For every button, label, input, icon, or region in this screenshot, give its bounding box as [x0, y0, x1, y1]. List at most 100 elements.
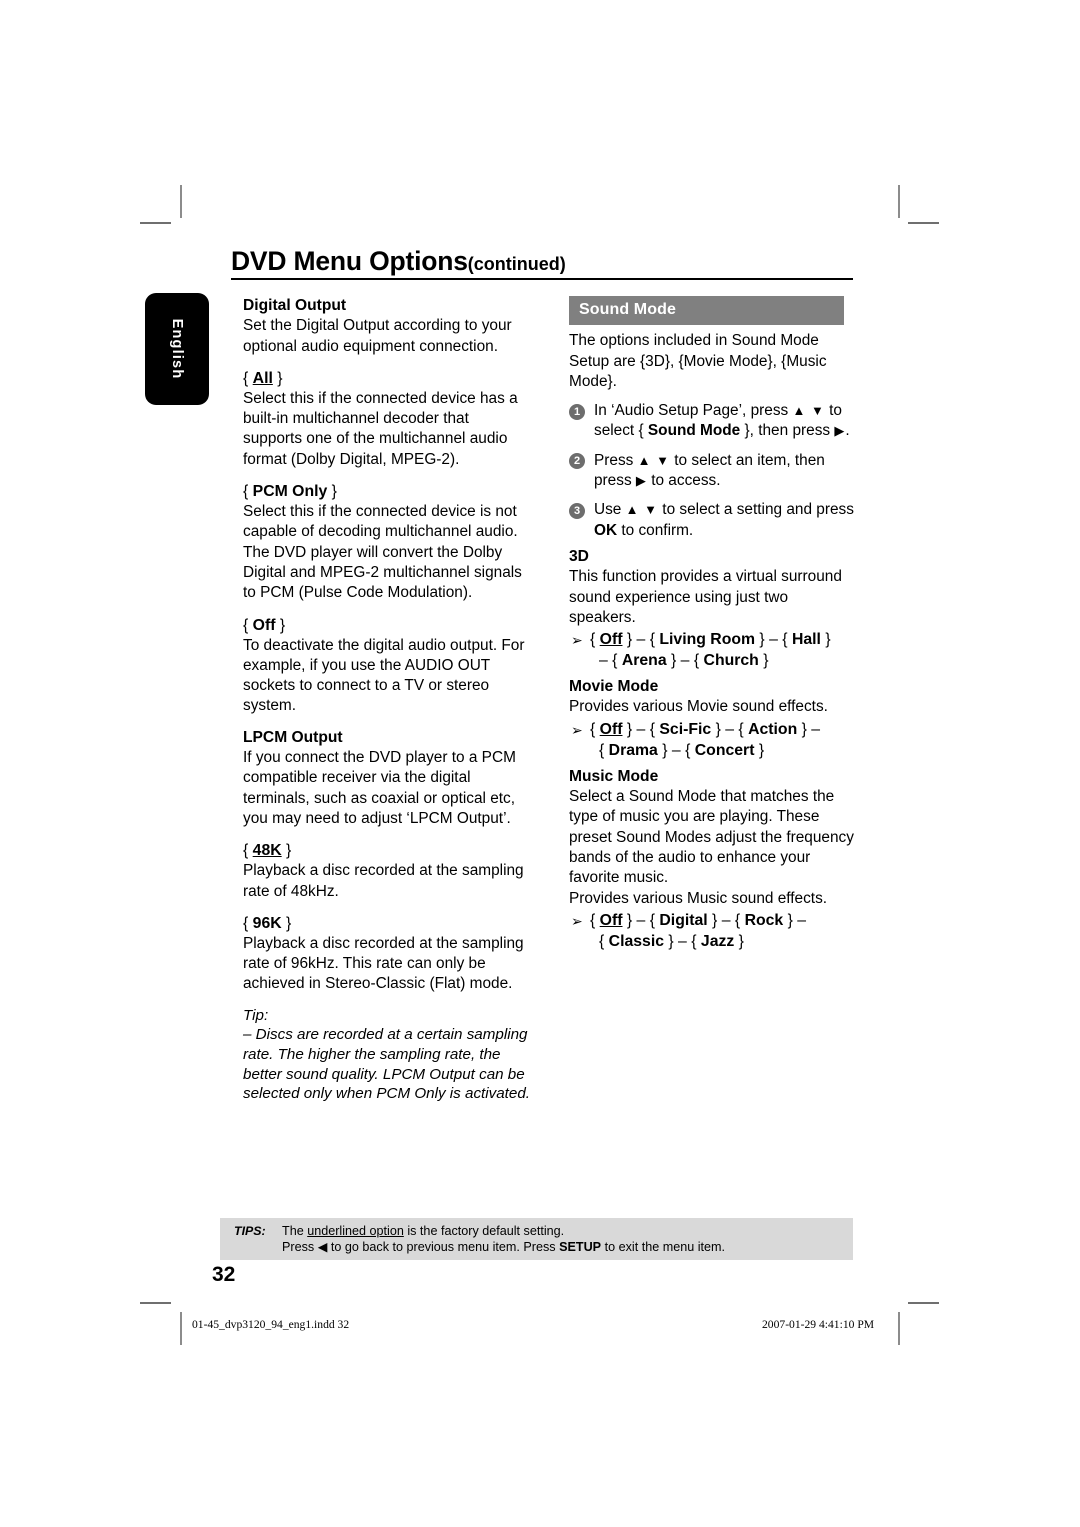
- arrow-right-icon: ➢: [571, 912, 583, 929]
- page-title-main: DVD Menu Options: [231, 246, 468, 276]
- step-number-3: 3: [569, 502, 585, 519]
- lpcm-output-intro: If you connect the DVD player to a PCM c…: [243, 749, 516, 827]
- option-list-music-line2: { Classic } – { Jazz }: [599, 932, 744, 950]
- tips-line-2: Press ◀ to go back to previous menu item…: [282, 1240, 725, 1256]
- step-1-part4: .: [845, 422, 850, 440]
- tips-line2-pre: Press: [282, 1239, 318, 1254]
- tips-label: TIPS:: [234, 1224, 266, 1238]
- option-music-off: Off: [599, 911, 623, 929]
- step-1-bold-sound-mode: Sound Mode: [647, 422, 741, 440]
- heading-3d: 3D: [569, 547, 589, 565]
- option-all-body: Select this if the connected device has …: [243, 389, 518, 468]
- option-off-digital-text: Off: [252, 616, 276, 634]
- page-title: DVD Menu Options(continued): [231, 246, 853, 280]
- arrow-right-icon: ➢: [571, 632, 583, 649]
- sound-mode-intro: The options included in Sound Mode Setup…: [569, 332, 827, 390]
- option-label-pcm-only: { PCM Only }: [243, 483, 337, 501]
- tips-line1-post: is the factory default setting.: [403, 1224, 565, 1238]
- print-footer-timestamp: 2007-01-29 4:41:10 PM: [762, 1318, 875, 1331]
- mode-music-body2: Provides various Music sound effects.: [569, 889, 828, 907]
- option-music-rock: Rock: [744, 911, 784, 929]
- option-96k-body: Playback a disc recorded at the sampling…: [243, 934, 524, 993]
- step-3-part1: Use: [594, 501, 626, 519]
- mode-3d-body: This function provides a virtual surroun…: [569, 568, 842, 626]
- crop-mark-bottom-left-horizontal: [140, 1302, 171, 1304]
- option-3d-off: Off: [599, 631, 623, 649]
- option-label-48k: { 48K }: [243, 842, 292, 860]
- tips-line1-pre: The: [282, 1224, 308, 1238]
- option-list-3d-line2: – { Arena } – { Church }: [599, 652, 769, 670]
- tips-footer-box: TIPS: The underlined option is the facto…: [220, 1218, 853, 1260]
- digital-output-intro: Set the Digital Output according to your…: [243, 317, 512, 355]
- right-column: Sound Mode The options included in Sound…: [569, 296, 854, 952]
- page-title-continued: (continued): [467, 254, 566, 274]
- tips-line2-setup: SETUP: [559, 1239, 602, 1254]
- left-column: Digital Output Set the Digital Output ac…: [243, 296, 532, 1104]
- option-label-all: { All }: [243, 369, 283, 387]
- option-movie-concert: Concert: [694, 741, 755, 759]
- crop-mark-top-left-vertical: [180, 185, 182, 218]
- crop-mark-bottom-right-vertical: [898, 1312, 900, 1345]
- step-item-3: 3 Use ▲ ▼ to select a setting and press …: [569, 500, 854, 541]
- option-list-movie-line2: { Drama } – { Concert }: [599, 741, 765, 759]
- up-down-arrow-icon: ▲ ▼: [637, 452, 670, 468]
- tip-text: – Discs are recorded at a certain sampli…: [243, 1026, 531, 1103]
- tips-content: The underlined option is the factory def…: [282, 1224, 725, 1255]
- tips-line1-underlined: underlined option: [307, 1224, 404, 1238]
- step-item-2: 2 Press ▲ ▼ to select an item, then pres…: [569, 451, 854, 492]
- step-3-bold-ok: OK: [594, 521, 618, 539]
- heading-movie-mode: Movie Mode: [569, 678, 659, 696]
- language-tab: English: [145, 293, 209, 405]
- language-tab-label: English: [169, 318, 185, 380]
- option-music-jazz: Jazz: [700, 932, 735, 950]
- option-list-movie-line1: { Off } – { Sci-Fic } – { Action } –: [590, 720, 821, 738]
- option-music-classic: Classic: [608, 932, 664, 950]
- tips-line-1: The underlined option is the factory def…: [282, 1224, 725, 1240]
- option-list-3d-line1: { Off } – { Living Room } – { Hall }: [590, 631, 831, 649]
- up-down-arrow-icon: ▲ ▼: [792, 403, 825, 419]
- option-48k-body: Playback a disc recorded at the sampling…: [243, 862, 524, 900]
- option-movie-drama: Drama: [608, 741, 658, 759]
- heading-lpcm-output: LPCM Output: [243, 728, 343, 746]
- step-item-1: 1 In ‘Audio Setup Page’, press ▲ ▼ to se…: [569, 401, 854, 442]
- title-underline-rule: [231, 277, 853, 280]
- tip-label: Tip:: [243, 1006, 269, 1024]
- arrow-right-icon: ➢: [571, 721, 583, 738]
- option-label-96k: { 96K }: [243, 914, 292, 932]
- option-pcm-only-body: Select this if the connected device is n…: [243, 503, 522, 602]
- right-arrow-icon: ▶: [635, 473, 647, 489]
- step-2-part1: Press: [594, 451, 638, 469]
- left-arrow-icon: ◀: [317, 1239, 328, 1254]
- option-off-digital-body: To deactivate the digital audio output. …: [243, 636, 525, 715]
- option-3d-church: Church: [703, 652, 759, 670]
- heading-digital-output: Digital Output: [243, 297, 347, 314]
- option-list-music-line1: { Off } – { Digital } – { Rock } –: [590, 911, 807, 929]
- tips-line2-mid: to go back to previous menu item. Press: [327, 1239, 560, 1254]
- option-list-music-mode: ➢ { Off } – { Digital } – { Rock } – { C…: [569, 910, 854, 952]
- crop-mark-top-right-vertical: [898, 185, 900, 218]
- heading-music-mode: Music Mode: [569, 767, 659, 785]
- section-header-sound-mode: Sound Mode: [569, 296, 844, 326]
- mode-music-body: Select a Sound Mode that matches the typ…: [569, 788, 854, 887]
- option-48k-text: 48K: [252, 842, 282, 860]
- step-1-part3: }, then press: [740, 422, 835, 440]
- crop-mark-bottom-right-horizontal: [908, 1302, 939, 1304]
- option-movie-action: Action: [748, 720, 798, 738]
- crop-mark-bottom-left-vertical: [180, 1312, 182, 1345]
- step-number-2: 2: [569, 453, 585, 470]
- option-music-digital: Digital: [659, 911, 708, 929]
- crop-mark-top-left-horizontal: [140, 222, 171, 224]
- option-96k-text: 96K: [252, 914, 282, 932]
- mode-movie-body: Provides various Movie sound effects.: [569, 698, 828, 716]
- option-list-3d: ➢ { Off } – { Living Room } – { Hall } –…: [569, 629, 854, 671]
- option-3d-hall: Hall: [791, 631, 821, 649]
- page-number: 32: [212, 1263, 236, 1286]
- tips-line2-post: to exit the menu item.: [601, 1239, 725, 1254]
- option-pcm-only-text: PCM Only: [252, 483, 328, 501]
- print-footer-filename: 01-45_dvp3120_94_eng1.indd 32: [192, 1318, 350, 1331]
- option-all-text: All: [252, 369, 273, 387]
- step-3-part2: to select a setting and press: [658, 501, 854, 519]
- option-list-movie-mode: ➢ { Off } – { Sci-Fic } – { Action } – {…: [569, 719, 854, 761]
- step-1-part1: In ‘Audio Setup Page’, press: [594, 402, 793, 420]
- crop-mark-top-right-horizontal: [908, 222, 939, 224]
